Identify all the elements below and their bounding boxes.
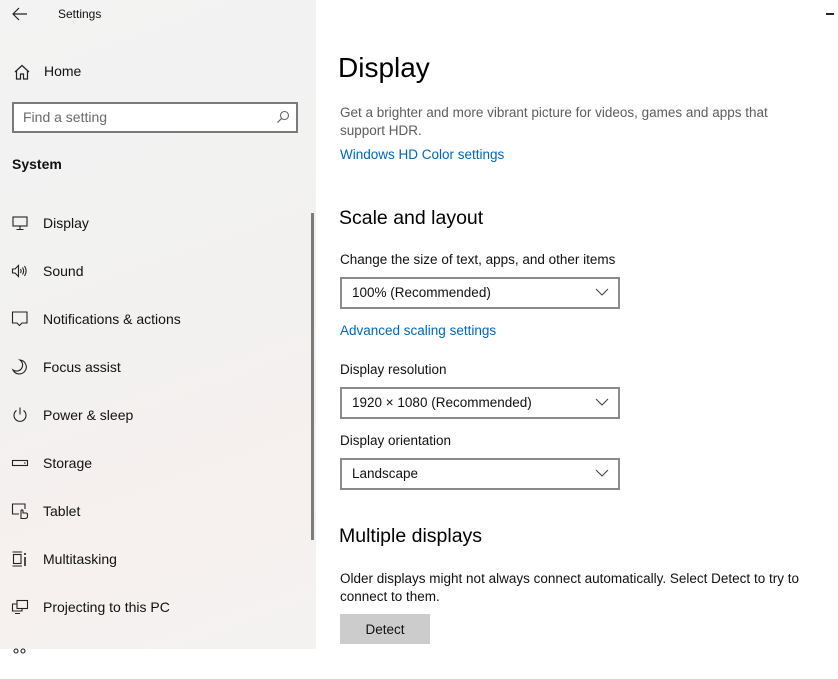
app-title: Settings — [58, 7, 102, 21]
search-icon[interactable] — [276, 110, 290, 124]
multitasking-icon — [11, 550, 29, 568]
speaker-icon — [11, 262, 29, 280]
search-input[interactable] — [14, 104, 263, 129]
sidebar-item-focus-assist[interactable]: Focus assist — [0, 343, 310, 391]
resolution-label: Display resolution — [340, 362, 447, 377]
home-label: Home — [44, 63, 82, 79]
resolution-dropdown[interactable]: 1920 × 1080 (Recommended) — [340, 387, 620, 419]
sidebar-item-tablet[interactable]: Tablet — [0, 487, 310, 535]
sidebar-item-sound[interactable]: Sound — [0, 247, 310, 295]
sidebar-item-notifications[interactable]: Notifications & actions — [0, 295, 310, 343]
notification-icon — [11, 310, 29, 328]
orientation-value: Landscape — [352, 466, 419, 481]
sidebar-item-partial[interactable] — [0, 631, 310, 679]
back-button[interactable] — [10, 4, 30, 24]
title-bar: Settings — [0, 0, 316, 30]
multiple-displays-description: Older displays might not always connect … — [340, 571, 799, 604]
sidebar-item-label: Notifications & actions — [43, 311, 181, 327]
resolution-value: 1920 × 1080 (Recommended) — [352, 395, 532, 410]
chevron-down-icon — [595, 397, 609, 407]
main-content: Display Get a brighter and more vibrant … — [316, 0, 838, 649]
tablet-icon — [11, 502, 29, 520]
sidebar-item-storage[interactable]: Storage — [0, 439, 310, 487]
sidebar-item-projecting[interactable]: Projecting to this PC — [0, 583, 310, 631]
sidebar-item-display[interactable]: Display — [0, 199, 310, 247]
sidebar-item-label: Sound — [43, 263, 84, 279]
storage-icon — [11, 454, 29, 472]
scale-label: Change the size of text, apps, and other… — [340, 252, 616, 267]
sidebar-item-label: Projecting to this PC — [43, 599, 170, 615]
sidebar-nav: Display Sound Notifications & actions Fo… — [0, 199, 310, 679]
section-title: System — [12, 156, 62, 172]
orientation-dropdown[interactable]: Landscape — [340, 458, 620, 490]
sidebar-item-multitasking[interactable]: Multitasking — [0, 535, 310, 583]
sidebar-item-label: Power & sleep — [43, 407, 134, 423]
arrow-left-icon — [12, 7, 28, 21]
hd-color-settings-link[interactable]: Windows HD Color settings — [340, 147, 504, 162]
home-icon — [13, 63, 31, 81]
minimize-icon[interactable] — [826, 13, 834, 15]
scale-layout-heading: Scale and layout — [339, 207, 484, 229]
sidebar-item-label: Multitasking — [43, 551, 117, 567]
sidebar-item-power-sleep[interactable]: Power & sleep — [0, 391, 310, 439]
chevron-down-icon — [595, 287, 609, 297]
scale-dropdown[interactable]: 100% (Recommended) — [340, 277, 620, 309]
orientation-label: Display orientation — [340, 433, 452, 448]
sidebar-home[interactable]: Home — [0, 56, 316, 88]
multiple-displays-heading: Multiple displays — [339, 525, 483, 547]
monitor-icon — [11, 214, 29, 232]
projecting-icon — [11, 598, 29, 616]
sidebar-item-label: Display — [43, 215, 89, 231]
power-icon — [11, 406, 29, 424]
moon-icon — [11, 358, 29, 376]
detect-button[interactable]: Detect — [340, 614, 430, 644]
sidebar-item-label: Tablet — [43, 503, 81, 519]
sidebar-item-label: Storage — [43, 455, 93, 471]
search-box[interactable] — [12, 102, 298, 133]
hdr-description: Get a brighter and more vibrant picture … — [340, 105, 768, 138]
sidebar-scrollbar[interactable] — [311, 213, 314, 540]
sidebar-item-label: Focus assist — [43, 359, 121, 375]
sidebar: Settings Home System Display Sound — [0, 0, 316, 654]
chevron-down-icon — [595, 468, 609, 478]
page-title: Display — [338, 52, 430, 83]
advanced-scaling-link[interactable]: Advanced scaling settings — [340, 323, 496, 338]
scale-value: 100% (Recommended) — [352, 285, 491, 300]
